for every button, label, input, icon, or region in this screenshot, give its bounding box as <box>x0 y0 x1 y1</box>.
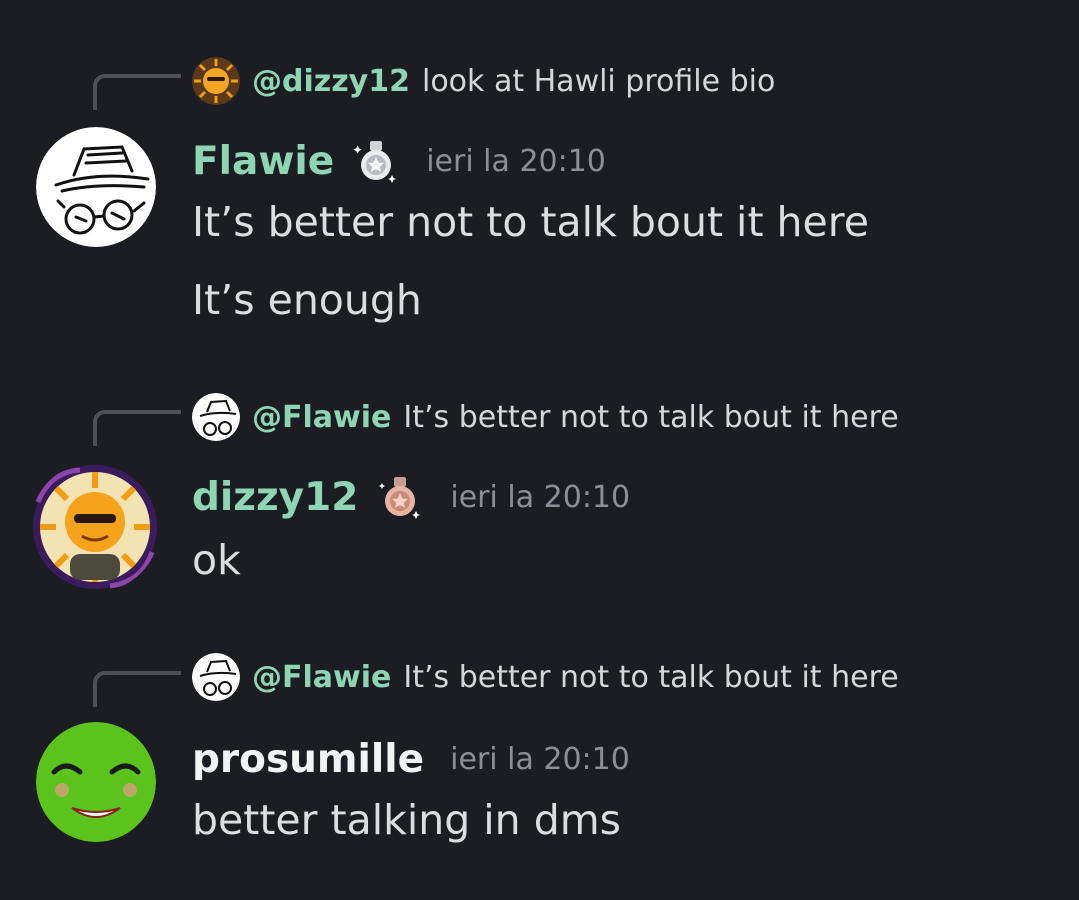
timestamp[interactable]: ieri la 20:10 <box>450 742 630 777</box>
sketch-avatar-icon[interactable] <box>36 127 156 247</box>
message-header: prosumille ieri la 20:10 <box>192 732 630 786</box>
message-header: Flawie ieri la 20:10 <box>192 134 606 188</box>
username[interactable]: Flawie <box>192 139 334 184</box>
reply-preview[interactable]: @Flawie It’s better not to talk bout it … <box>192 392 899 442</box>
timestamp[interactable]: ieri la 20:10 <box>450 480 630 515</box>
reply-text[interactable]: It’s better not to talk bout it here <box>403 400 898 435</box>
sketch-avatar-icon[interactable] <box>192 393 240 441</box>
message-line: It’s better not to talk bout it here <box>192 198 869 246</box>
message-line: better talking in dms <box>192 796 622 844</box>
reply-connector <box>93 410 181 446</box>
sun-avatar-icon[interactable] <box>30 462 160 592</box>
reply-preview[interactable]: @Flawie It’s better not to talk bout it … <box>192 652 899 702</box>
reply-text[interactable]: It’s better not to talk bout it here <box>403 660 898 695</box>
silver-medal-icon[interactable] <box>352 137 400 185</box>
reply-mention[interactable]: @Flawie <box>252 660 391 695</box>
timestamp[interactable]: ieri la 20:10 <box>426 144 606 179</box>
sun-avatar-icon[interactable] <box>192 57 240 105</box>
username[interactable]: dizzy12 <box>192 475 358 520</box>
message-line: It’s enough <box>192 276 422 324</box>
message-header: dizzy12 ieri la 20:10 <box>192 470 630 524</box>
bronze-medal-icon[interactable] <box>376 473 424 521</box>
reply-connector <box>93 74 181 110</box>
reply-mention[interactable]: @Flawie <box>252 400 391 435</box>
reply-connector <box>93 671 181 707</box>
reply-mention[interactable]: @dizzy12 <box>252 64 410 99</box>
username[interactable]: prosumille <box>192 737 424 782</box>
reply-preview[interactable]: @dizzy12 look at Hawli profile bio <box>192 56 775 106</box>
green-smiley-avatar-icon[interactable] <box>36 722 156 842</box>
reply-text[interactable]: look at Hawli profile bio <box>422 64 775 99</box>
message-line: ok <box>192 536 241 584</box>
sketch-avatar-icon[interactable] <box>192 653 240 701</box>
